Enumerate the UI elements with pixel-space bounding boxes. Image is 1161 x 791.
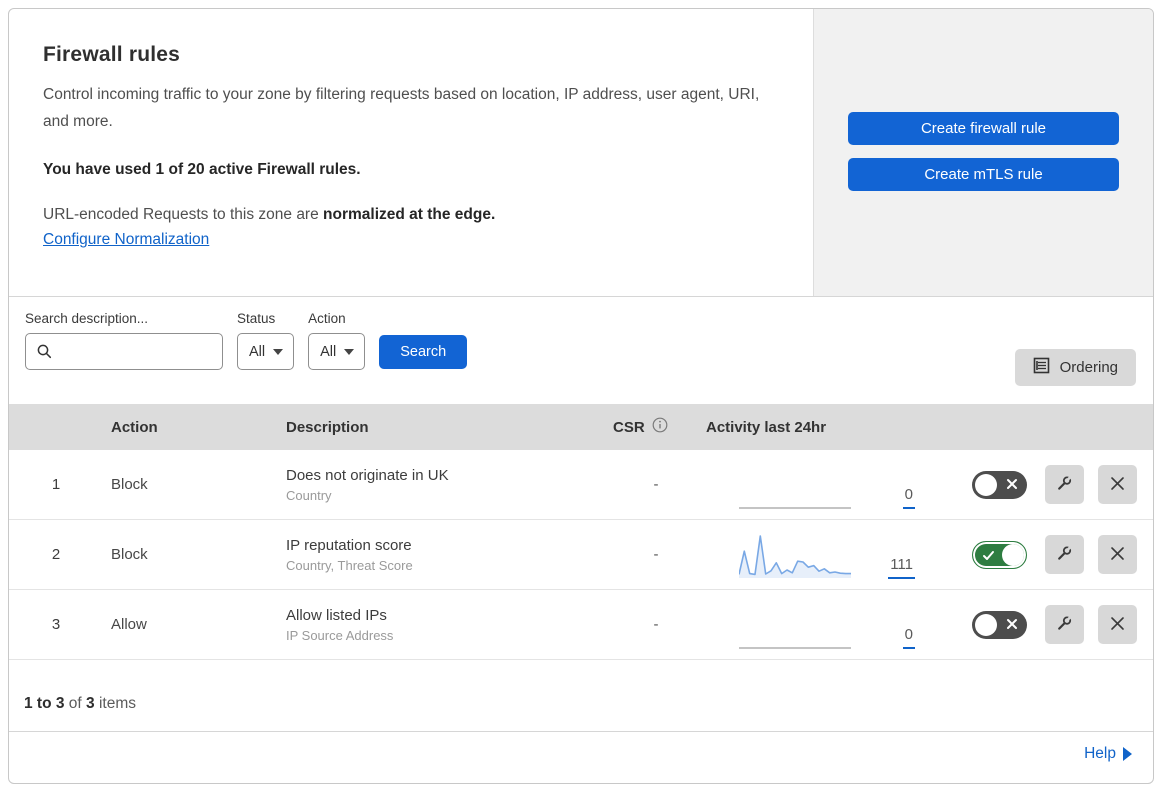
rule-description: Allow listed IPs — [286, 606, 387, 624]
info-icon[interactable] — [652, 417, 668, 437]
action-label: Action — [308, 311, 346, 326]
help-bar: Help — [9, 732, 1153, 775]
rule-enabled-toggle[interactable] — [972, 470, 1027, 499]
rule-priority: 3 — [51, 616, 61, 633]
action-filter-group: Action All — [308, 311, 366, 370]
list-document-icon — [1033, 357, 1050, 378]
search-group: Search description... — [25, 311, 223, 370]
total-count: 3 — [86, 695, 95, 712]
wrench-icon — [1055, 544, 1074, 566]
items-text: items — [98, 695, 137, 712]
search-label: Search description... — [25, 311, 149, 326]
cross-icon — [1006, 477, 1018, 494]
rule-enabled-toggle[interactable] — [972, 610, 1027, 639]
rule-description: Does not originate in UK — [286, 466, 449, 484]
rule-fields: Country — [286, 487, 332, 503]
ordering-button-label: Ordering — [1059, 359, 1118, 376]
rule-description: IP reputation score — [286, 536, 412, 554]
activity-sparkline — [739, 533, 851, 579]
table-row: 1 Block Does not originate in UK Country… — [9, 450, 1153, 520]
search-icon — [36, 343, 53, 365]
cross-icon — [1006, 617, 1018, 634]
filter-bar: Search description... Status All Action — [9, 297, 1153, 404]
activity-count-link[interactable]: 0 — [902, 626, 915, 649]
rule-csr: - — [653, 546, 659, 563]
table-row: 3 Allow Allow listed IPs IP Source Addre… — [9, 590, 1153, 660]
table-row: 2 Block IP reputation score Country, Thr… — [9, 520, 1153, 590]
firewall-rules-card: Firewall rules Control incoming traffic … — [8, 8, 1154, 784]
status-dropdown-value: All — [249, 343, 266, 360]
rule-enabled-toggle[interactable] — [972, 540, 1027, 569]
toggle-knob — [1002, 543, 1024, 566]
action-dropdown-value: All — [320, 343, 337, 360]
help-link-label: Help — [1084, 744, 1116, 762]
status-filter-group: Status All — [237, 311, 295, 370]
activity-count-link[interactable]: 0 — [902, 486, 915, 509]
table-header: Action Description CSR Activity last 24h… — [9, 404, 1153, 450]
wrench-icon — [1055, 614, 1074, 636]
edit-rule-button[interactable] — [1045, 535, 1084, 574]
close-icon — [1109, 545, 1126, 565]
help-link[interactable]: Help — [1084, 745, 1132, 763]
arrow-right-icon — [1123, 746, 1132, 761]
description-column-header: Description — [286, 418, 369, 436]
rule-csr: - — [653, 476, 659, 493]
page-description: Control incoming traffic to your zone by… — [43, 86, 760, 130]
toggle-knob — [975, 473, 997, 496]
of-text: of — [68, 695, 82, 712]
search-button[interactable]: Search — [379, 335, 468, 369]
edit-rule-button[interactable] — [1045, 465, 1084, 504]
ordering-button[interactable]: Ordering — [1014, 349, 1136, 386]
check-icon — [982, 549, 995, 566]
normalization-bold: normalized at the edge. — [323, 206, 496, 224]
delete-rule-button[interactable] — [1098, 605, 1137, 644]
rule-action: Block — [111, 476, 148, 493]
status-label: Status — [237, 311, 276, 326]
rule-action: Block — [111, 546, 148, 563]
rule-priority: 1 — [51, 476, 61, 493]
activity-column-header: Activity last 24hr — [706, 418, 827, 436]
rule-csr: - — [653, 616, 659, 633]
rule-action: Allow — [111, 616, 147, 633]
activity-sparkline — [739, 463, 851, 509]
edit-rule-button[interactable] — [1045, 605, 1084, 644]
delete-rule-button[interactable] — [1098, 535, 1137, 574]
delete-rule-button[interactable] — [1098, 465, 1137, 504]
activity-count-link[interactable]: 111 — [888, 556, 915, 579]
page-title: Firewall rules — [43, 43, 181, 66]
close-icon — [1109, 475, 1126, 495]
normalization-text: URL-encoded Requests to this zone are no… — [43, 206, 773, 224]
pagination-summary: 1 to 3 of 3 items — [9, 660, 1153, 732]
wrench-icon — [1055, 474, 1074, 496]
create-mtls-rule-button[interactable]: Create mTLS rule — [848, 158, 1119, 191]
action-dropdown[interactable]: All — [308, 333, 366, 370]
rule-priority: 2 — [51, 546, 61, 563]
status-dropdown[interactable]: All — [237, 333, 295, 370]
rule-fields: IP Source Address — [286, 627, 394, 643]
csr-column-label: CSR — [613, 418, 645, 436]
header-text-block: Firewall rules Control incoming traffic … — [9, 9, 813, 296]
header-section: Firewall rules Control incoming traffic … — [9, 9, 1153, 297]
rule-fields: Country, Threat Score — [286, 557, 413, 573]
chevron-down-icon — [273, 348, 284, 355]
range-text: 1 to 3 — [24, 695, 65, 712]
toggle-knob — [975, 613, 997, 636]
header-actions-panel: Create firewall rule Create mTLS rule — [813, 9, 1153, 296]
csr-column-header: CSR — [599, 417, 699, 437]
normalization-prefix: URL-encoded Requests to this zone are — [43, 206, 324, 224]
create-firewall-rule-button[interactable]: Create firewall rule — [848, 112, 1119, 145]
activity-sparkline — [739, 603, 851, 649]
close-icon — [1109, 615, 1126, 635]
chevron-down-icon — [344, 348, 355, 355]
configure-normalization-link[interactable]: Configure Normalization — [43, 231, 209, 249]
action-column-header: Action — [111, 418, 158, 436]
usage-text: You have used 1 of 20 active Firewall ru… — [43, 161, 361, 179]
search-input[interactable] — [25, 333, 223, 370]
